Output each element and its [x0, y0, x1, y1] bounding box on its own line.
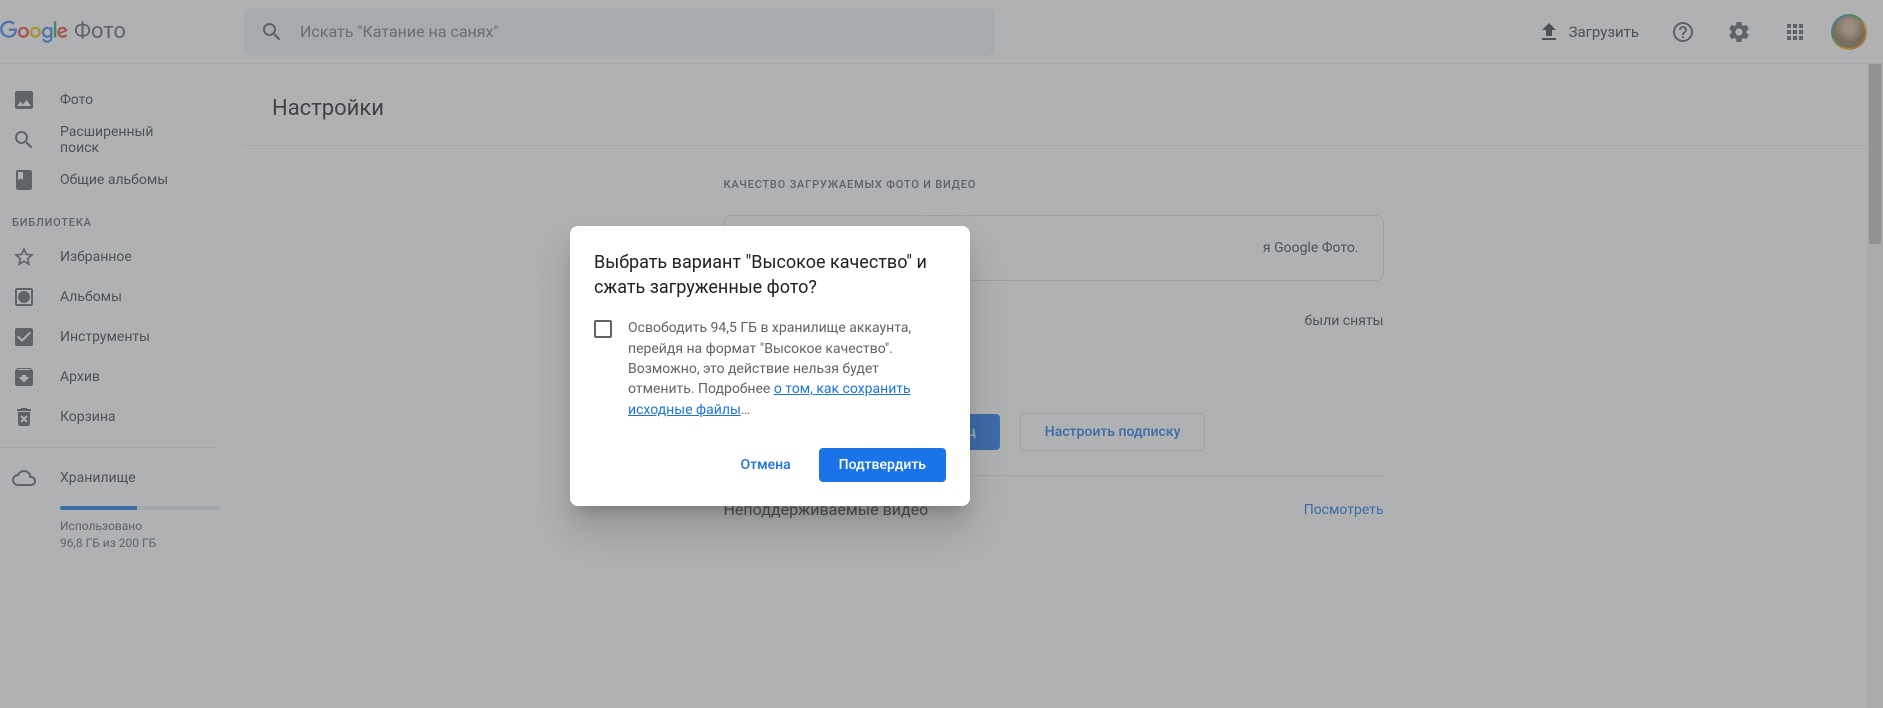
- dialog-text: Освободить 94,5 ГБ в хранилище аккаунта,…: [628, 318, 946, 419]
- dialog-title: Выбрать вариант "Высокое качество" и сжа…: [594, 250, 946, 300]
- cancel-button[interactable]: Отмена: [720, 448, 810, 482]
- dialog-checkbox[interactable]: [594, 320, 612, 338]
- dialog-body: Освободить 94,5 ГБ в хранилище аккаунта,…: [594, 318, 946, 419]
- dialog-actions: Отмена Подтвердить: [594, 448, 946, 482]
- confirm-dialog: Выбрать вариант "Высокое качество" и сжа…: [570, 226, 970, 506]
- confirm-button[interactable]: Подтвердить: [819, 448, 946, 482]
